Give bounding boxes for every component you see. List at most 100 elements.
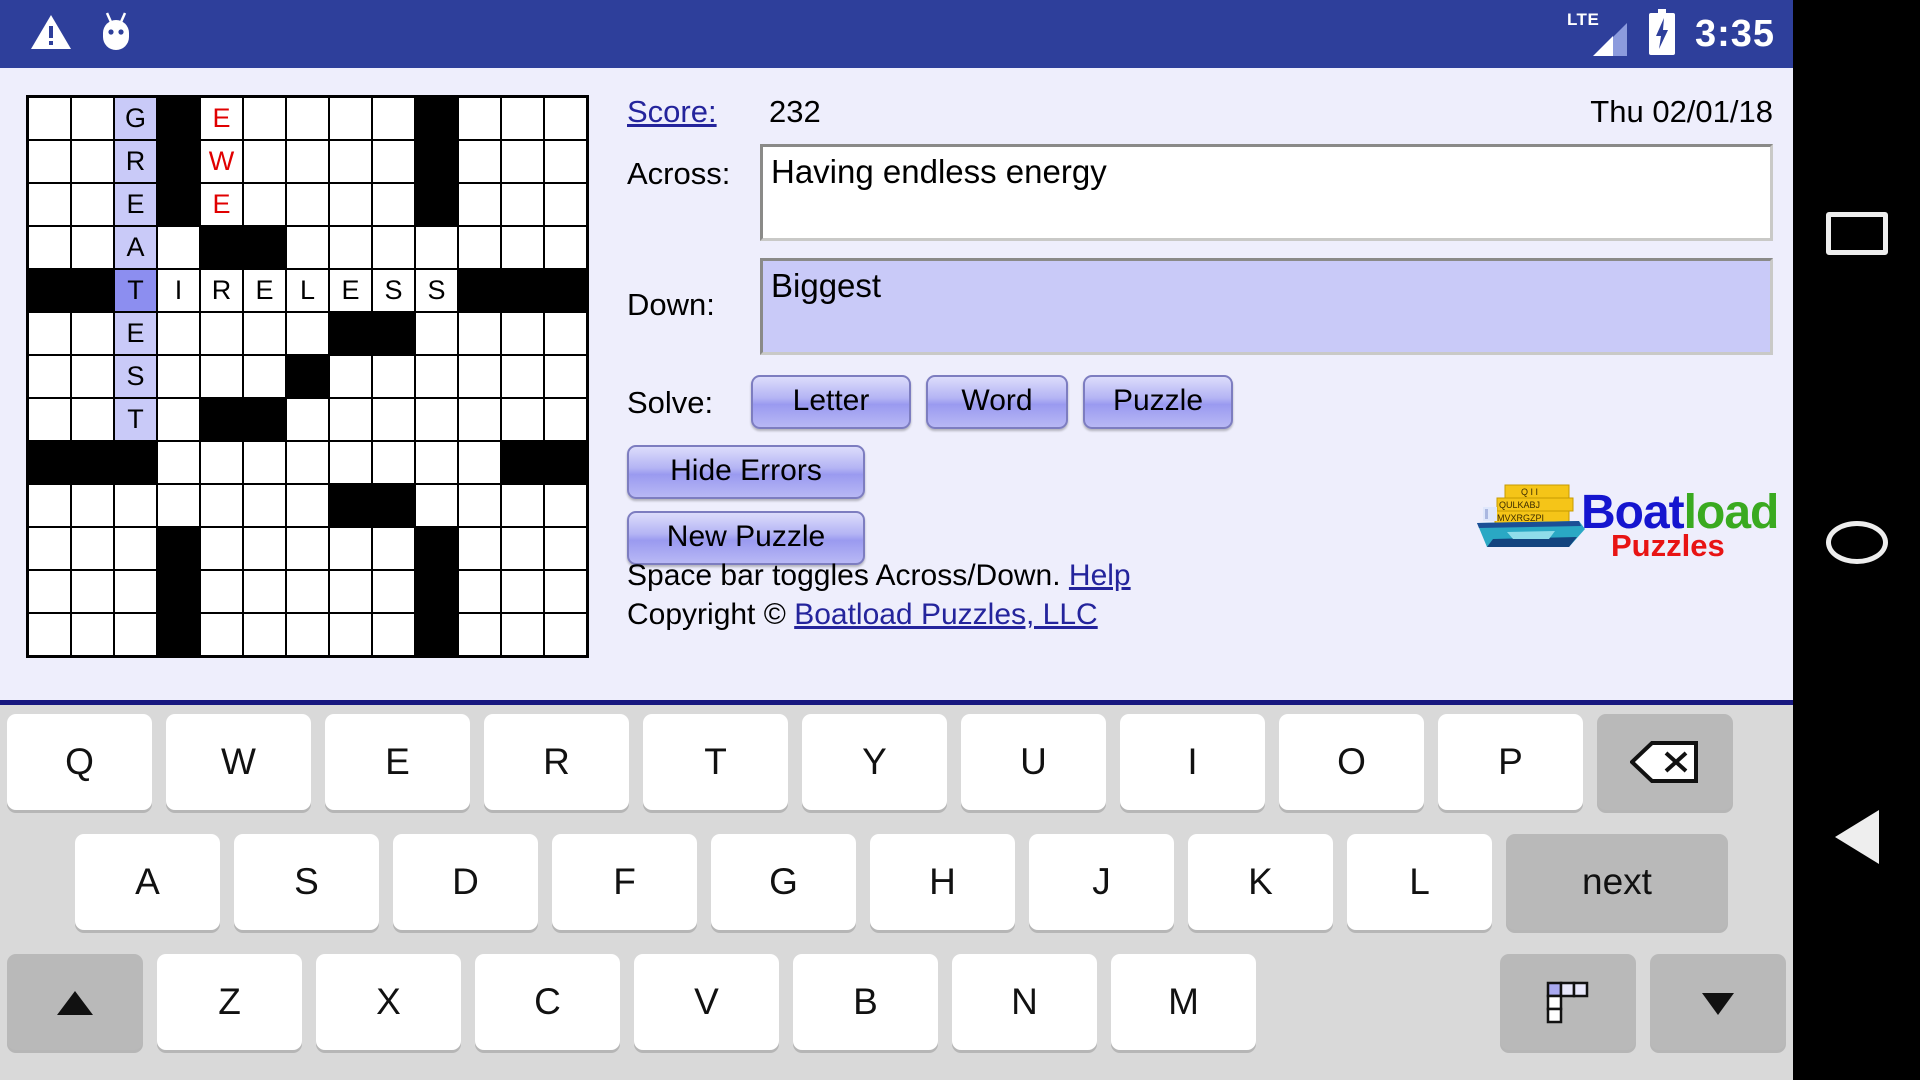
grid-cell[interactable]	[543, 311, 589, 356]
grid-cell[interactable]	[156, 440, 201, 485]
grid-cell[interactable]: W	[199, 139, 244, 184]
grid-cell[interactable]	[242, 354, 287, 399]
help-link[interactable]: Help	[1069, 559, 1131, 592]
key-shift[interactable]	[7, 954, 143, 1050]
key-j[interactable]: J	[1029, 834, 1174, 930]
grid-cell[interactable]	[500, 526, 545, 571]
grid-cell[interactable]	[285, 182, 330, 227]
grid-cell[interactable]	[543, 225, 589, 270]
grid-cell[interactable]: T	[113, 268, 158, 313]
grid-cell[interactable]	[371, 95, 416, 141]
grid-cell[interactable]: E	[328, 268, 373, 313]
grid-cell[interactable]	[371, 139, 416, 184]
key-o[interactable]: O	[1279, 714, 1424, 810]
grid-cell[interactable]	[199, 612, 244, 658]
key-n[interactable]: N	[952, 954, 1097, 1050]
grid-cell[interactable]	[70, 225, 115, 270]
grid-cell[interactable]	[500, 95, 545, 141]
key-r[interactable]: R	[484, 714, 629, 810]
grid-cell[interactable]	[371, 182, 416, 227]
grid-cell[interactable]	[543, 526, 589, 571]
grid-cell[interactable]	[285, 139, 330, 184]
grid-cell[interactable]	[371, 397, 416, 442]
grid-cell[interactable]	[457, 225, 502, 270]
grid-cell[interactable]	[543, 354, 589, 399]
score-link[interactable]: Score:	[627, 94, 717, 130]
grid-cell[interactable]	[285, 612, 330, 658]
grid-cell[interactable]	[543, 483, 589, 528]
key-q[interactable]: Q	[7, 714, 152, 810]
grid-cell[interactable]	[285, 569, 330, 614]
key-s[interactable]: S	[234, 834, 379, 930]
key-z[interactable]: Z	[157, 954, 302, 1050]
grid-cell[interactable]	[414, 483, 459, 528]
grid-cell[interactable]	[199, 569, 244, 614]
grid-cell[interactable]	[543, 612, 589, 658]
grid-cell[interactable]	[457, 526, 502, 571]
key-backspace[interactable]	[1597, 714, 1733, 810]
grid-cell[interactable]: G	[113, 95, 158, 141]
grid-cell[interactable]	[242, 95, 287, 141]
grid-cell[interactable]	[113, 526, 158, 571]
grid-cell[interactable]	[26, 612, 72, 658]
key-u[interactable]: U	[961, 714, 1106, 810]
grid-cell[interactable]	[414, 397, 459, 442]
key-w[interactable]: W	[166, 714, 311, 810]
grid-cell[interactable]	[70, 182, 115, 227]
grid-cell[interactable]	[328, 95, 373, 141]
grid-cell[interactable]	[543, 569, 589, 614]
grid-cell[interactable]	[500, 354, 545, 399]
grid-cell[interactable]	[285, 483, 330, 528]
grid-cell[interactable]	[156, 397, 201, 442]
key-arrow-down[interactable]	[1650, 954, 1786, 1050]
grid-cell[interactable]	[242, 182, 287, 227]
grid-cell[interactable]	[457, 95, 502, 141]
grid-cell[interactable]	[457, 397, 502, 442]
key-c[interactable]: C	[475, 954, 620, 1050]
grid-cell[interactable]	[156, 354, 201, 399]
grid-cell[interactable]: R	[199, 268, 244, 313]
new-puzzle-button[interactable]: New Puzzle	[627, 511, 865, 565]
grid-cell[interactable]: E	[199, 95, 244, 141]
grid-cell[interactable]	[543, 139, 589, 184]
grid-cell[interactable]: L	[285, 268, 330, 313]
across-clue-box[interactable]: Having endless energy	[760, 144, 1773, 241]
grid-cell[interactable]	[26, 225, 72, 270]
grid-cell[interactable]: E	[242, 268, 287, 313]
grid-cell[interactable]	[500, 311, 545, 356]
grid-cell[interactable]	[328, 182, 373, 227]
key-k[interactable]: K	[1188, 834, 1333, 930]
grid-cell[interactable]	[500, 612, 545, 658]
grid-cell[interactable]: S	[371, 268, 416, 313]
grid-cell[interactable]	[242, 440, 287, 485]
grid-cell[interactable]	[328, 526, 373, 571]
grid-cell[interactable]	[371, 569, 416, 614]
down-clue-box[interactable]: Biggest	[760, 258, 1773, 355]
grid-cell[interactable]	[156, 311, 201, 356]
grid-cell[interactable]	[414, 311, 459, 356]
grid-cell[interactable]	[242, 311, 287, 356]
grid-cell[interactable]	[328, 569, 373, 614]
grid-cell[interactable]: I	[156, 268, 201, 313]
key-e[interactable]: E	[325, 714, 470, 810]
solve-word-button[interactable]: Word	[926, 375, 1068, 429]
grid-cell[interactable]	[113, 483, 158, 528]
grid-cell[interactable]	[199, 311, 244, 356]
key-p[interactable]: P	[1438, 714, 1583, 810]
grid-cell[interactable]	[457, 311, 502, 356]
grid-cell[interactable]	[26, 311, 72, 356]
grid-cell[interactable]	[199, 440, 244, 485]
grid-cell[interactable]	[242, 483, 287, 528]
grid-cell[interactable]	[543, 95, 589, 141]
key-v[interactable]: V	[634, 954, 779, 1050]
grid-cell[interactable]	[285, 95, 330, 141]
solve-puzzle-button[interactable]: Puzzle	[1083, 375, 1233, 429]
grid-cell[interactable]	[328, 397, 373, 442]
key-f[interactable]: F	[552, 834, 697, 930]
grid-cell[interactable]	[328, 139, 373, 184]
grid-cell[interactable]	[70, 612, 115, 658]
grid-cell[interactable]: S	[414, 268, 459, 313]
grid-cell[interactable]	[285, 440, 330, 485]
key-x[interactable]: X	[316, 954, 461, 1050]
grid-cell[interactable]	[199, 483, 244, 528]
